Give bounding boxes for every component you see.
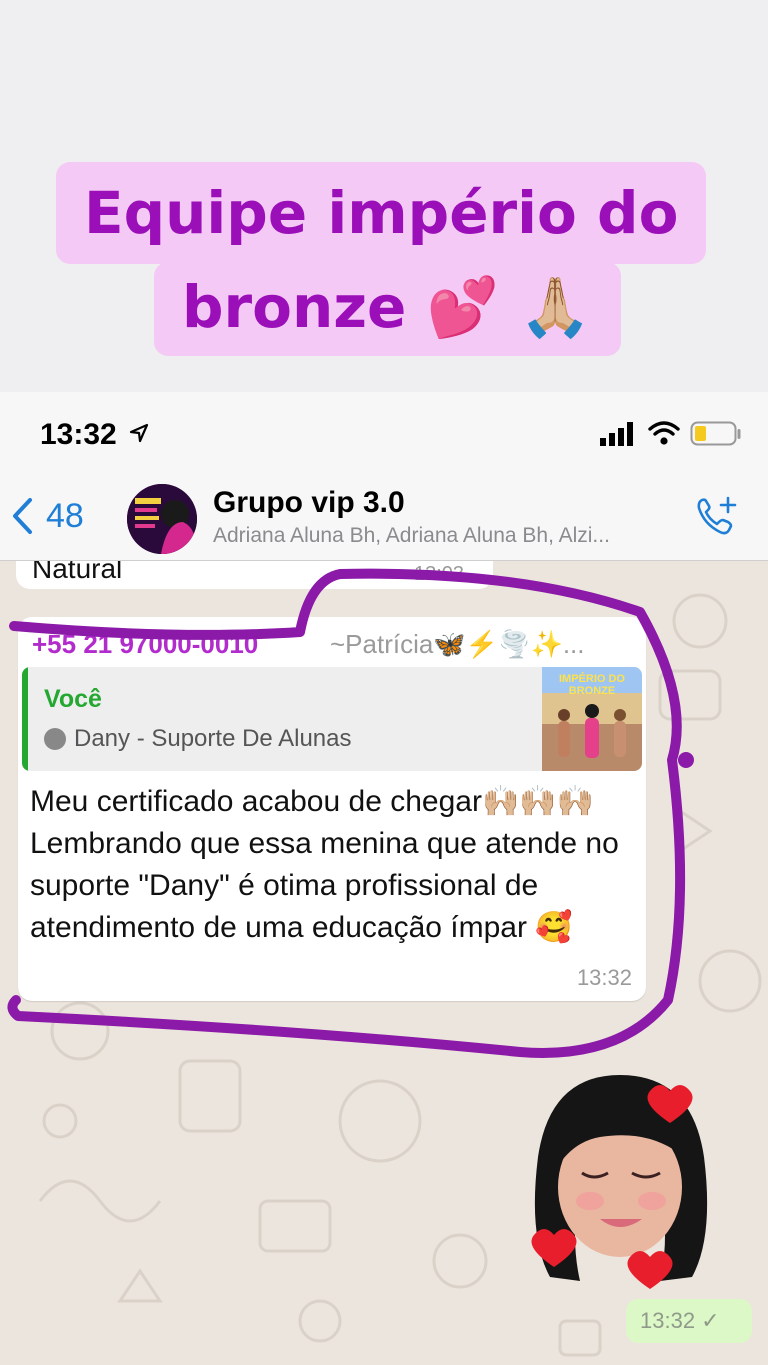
sender-phone[interactable]: +55 21 97000-0010 — [32, 629, 258, 660]
group-avatar-image — [127, 484, 197, 554]
quote-thumbnail: IMPÉRIO DO BRONZE — [542, 667, 642, 771]
memoji-sticker[interactable] — [520, 1067, 720, 1289]
group-avatar[interactable] — [127, 484, 197, 554]
add-call-icon[interactable] — [694, 494, 740, 540]
location-arrow-icon — [129, 423, 149, 443]
group-name[interactable]: Grupo vip 3.0 — [213, 486, 405, 520]
previous-message-time: 13:03 — [414, 563, 465, 585]
quote-title: Você — [44, 685, 102, 713]
outgoing-message-status[interactable]: 13:32 ✓ — [626, 1299, 752, 1343]
person-icon — [44, 728, 66, 750]
status-time: 13:32 — [40, 418, 149, 452]
outgoing-time: 13:32 ✓ — [640, 1308, 720, 1333]
status-time-text: 13:32 — [40, 418, 117, 451]
back-button[interactable]: 48 — [10, 496, 84, 536]
message-bubble[interactable]: +55 21 97000-0010 ~Patrícia🦋⚡🌪️✨... Você… — [18, 617, 646, 1001]
previous-message-text: Natural — [32, 561, 123, 584]
battery-icon — [690, 421, 741, 446]
sender-name: ~Patrícia🦋⚡🌪️✨... — [330, 629, 585, 659]
message-text: Meu certificado acabou de chegar🙌🏼🙌🏼🙌🏼 L… — [30, 785, 619, 944]
unread-count: 48 — [46, 496, 84, 535]
wifi-icon — [648, 421, 680, 445]
group-members[interactable]: Adriana Aluna Bh, Adriana Aluna Bh, Alzi… — [213, 524, 673, 548]
thumbnail-figures — [558, 704, 626, 758]
chevron-left-icon — [13, 498, 32, 534]
story-caption-line-1: Equipe império do — [56, 162, 707, 264]
quote-accent-bar — [22, 667, 28, 771]
quoted-message[interactable]: Você Dany - Suporte De Alunas IMPÉRIO DO… — [22, 667, 642, 771]
message-time: 13:32 — [576, 965, 632, 990]
signal-icon — [600, 422, 633, 446]
quote-author: Dany - Suporte De Alunas — [44, 725, 352, 753]
chat-area[interactable]: Natural 13:03 +55 21 97000-0010 ~Patríci… — [0, 561, 768, 1365]
story-caption-line-2: bronze 💕 🙏🏼 — [154, 262, 622, 356]
quote-author-text: Dany - Suporte De Alunas — [74, 725, 352, 752]
